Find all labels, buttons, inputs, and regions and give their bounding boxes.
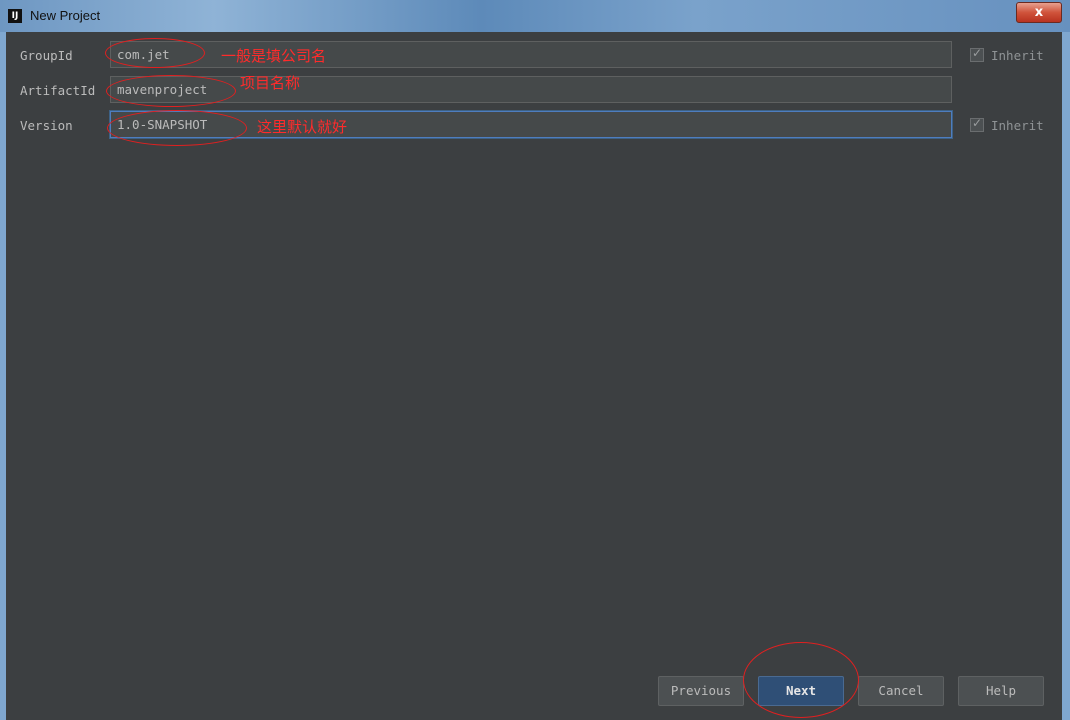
help-button[interactable]: Help (958, 676, 1044, 706)
annotation-ellipse-group-id (105, 38, 205, 68)
annotation-ellipse-artifact-id (106, 75, 236, 107)
close-button[interactable]: x (1016, 2, 1062, 23)
window-frame-right (1062, 32, 1070, 720)
annotation-ellipse-next (743, 642, 859, 718)
artifact-id-field[interactable]: mavenproject (110, 76, 952, 103)
inherit-label: Inherit (991, 118, 1044, 133)
cancel-button[interactable]: Cancel (858, 676, 944, 706)
checkbox-checked-icon (970, 116, 984, 132)
annotation-version-note: 这里默认就好 (257, 118, 348, 136)
annotation-group-id-note: 一般是填公司名 (221, 47, 327, 65)
checkbox-checked-icon (970, 46, 984, 62)
version-label: Version (20, 118, 73, 133)
inherit-label: Inherit (991, 48, 1044, 63)
annotation-artifact-id-note: 项目名称 (240, 74, 301, 92)
artifact-id-label: ArtifactId (20, 83, 96, 98)
version-inherit-checkbox[interactable]: Inherit (970, 116, 1044, 133)
annotation-ellipse-version (107, 110, 247, 146)
group-id-inherit-checkbox[interactable]: Inherit (970, 46, 1044, 63)
previous-button[interactable]: Previous (658, 676, 744, 706)
title-bar[interactable]: IJ New Project x (0, 0, 1070, 32)
dialog-content: GroupId com.jet Inherit ArtifactId maven… (6, 32, 1062, 720)
intellij-app-icon: IJ (8, 9, 22, 23)
window-title: New Project (30, 8, 101, 23)
group-id-label: GroupId (20, 48, 73, 63)
new-project-window: IJ New Project x GroupId com.jet Inherit… (0, 0, 1070, 720)
